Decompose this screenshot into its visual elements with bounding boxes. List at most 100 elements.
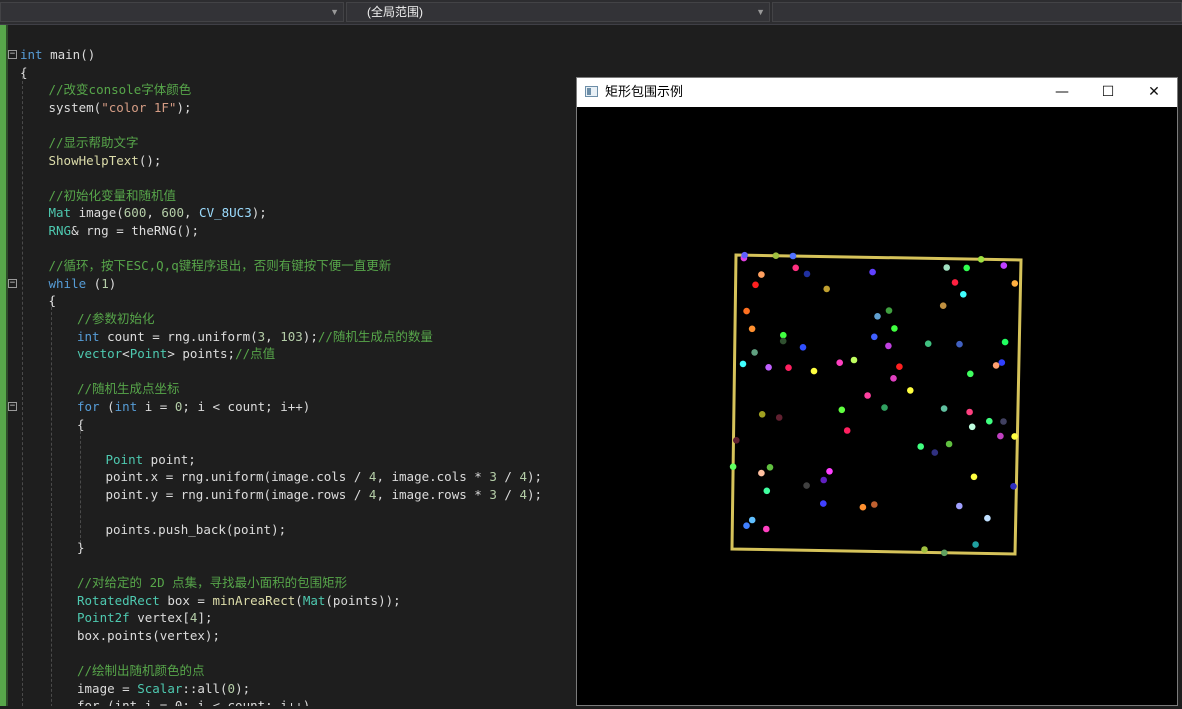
code-line[interactable]: point.x = rng.uniform(image.cols / 4 , im… bbox=[106, 468, 543, 486]
code-line[interactable]: RotatedRect box = minAreaRect(Mat(points… bbox=[77, 592, 401, 610]
code-line[interactable]: } bbox=[77, 539, 85, 557]
random-point bbox=[859, 503, 867, 511]
code-token: i = bbox=[137, 399, 175, 414]
code-line[interactable]: point.y = rng.uniform(image.rows / 4 , im… bbox=[106, 486, 543, 504]
collapse-toggle-icon[interactable]: − bbox=[8, 402, 17, 411]
code-token: for (int i = 0; i < count; i++) bbox=[77, 698, 311, 706]
code-line[interactable]: int main() bbox=[20, 46, 95, 64]
code-token: 0 bbox=[227, 680, 236, 696]
random-point bbox=[775, 414, 783, 421]
random-point bbox=[729, 463, 737, 471]
code-token: image( bbox=[71, 205, 124, 221]
code-token: > points; bbox=[167, 346, 236, 362]
code-line[interactable]: points.push_back(point); bbox=[106, 521, 287, 539]
random-point bbox=[931, 449, 939, 456]
scope-dropdown[interactable]: (全局范围) ▼ bbox=[346, 2, 770, 22]
member-dropdown[interactable]: ▼ bbox=[0, 2, 344, 22]
random-point bbox=[1011, 280, 1019, 287]
code-token: count = rng.uniform( bbox=[99, 328, 258, 344]
random-point bbox=[998, 359, 1006, 366]
random-point bbox=[921, 546, 928, 553]
code-token: ShowHelpText bbox=[48, 152, 139, 168]
close-button[interactable]: ✕ bbox=[1131, 78, 1177, 107]
code-line[interactable]: Point point; bbox=[106, 451, 196, 469]
code-token: int bbox=[77, 328, 100, 344]
random-point bbox=[992, 362, 1000, 369]
code-token: 600 bbox=[161, 205, 184, 221]
code-line[interactable]: box.points(vertex); bbox=[77, 627, 220, 645]
collapse-toggle-icon[interactable]: − bbox=[8, 50, 17, 59]
code-token: ; i < count; i++) bbox=[182, 399, 311, 414]
code-line[interactable]: //改变console字体颜色 bbox=[49, 81, 192, 99]
code-token: //随机生成点坐标 bbox=[77, 381, 180, 397]
code-line[interactable]: //循环，按下ESC,Q,q键程序退出，否则有键按下便一直更新 bbox=[49, 257, 392, 275]
random-point bbox=[984, 514, 991, 522]
code-line[interactable]: int count = rng.uniform(3, 103);//随机生成点的… bbox=[77, 328, 433, 346]
indent-guide bbox=[80, 421, 81, 543]
code-line[interactable]: for (int i = 0; i < count; i++) bbox=[77, 398, 310, 416]
random-point bbox=[766, 464, 774, 471]
code-token: image = bbox=[77, 680, 138, 696]
image-canvas bbox=[577, 107, 1177, 705]
window-title-bar[interactable]: 矩形包围示例 — ☐ ✕ bbox=[577, 78, 1177, 107]
code-line[interactable]: Mat image(600, 600, CV_8UC3); bbox=[49, 204, 267, 222]
random-point bbox=[945, 440, 953, 448]
code-token: //显示帮助文字 bbox=[48, 135, 139, 150]
code-line[interactable]: while (1) bbox=[49, 275, 117, 293]
code-line[interactable]: { bbox=[49, 292, 57, 310]
random-point bbox=[751, 349, 758, 356]
random-point bbox=[810, 367, 818, 375]
code-token: //点值 bbox=[235, 346, 276, 362]
code-token: (); bbox=[138, 152, 162, 168]
code-line[interactable]: vector<Point> points;//点值 bbox=[77, 345, 275, 363]
random-point bbox=[968, 423, 976, 431]
code-line[interactable]: for (int i = 0; i < count; i++) bbox=[77, 697, 310, 706]
collapse-toggle-icon[interactable]: − bbox=[8, 278, 17, 288]
code-token: RNG bbox=[48, 223, 72, 238]
random-point bbox=[885, 307, 893, 314]
code-line[interactable]: { bbox=[77, 416, 85, 434]
code-token: & rng = theRNG(); bbox=[71, 223, 200, 238]
random-point bbox=[843, 427, 851, 434]
random-point bbox=[970, 473, 978, 481]
scope-dropdown-label: (全局范围) bbox=[367, 5, 423, 19]
random-point bbox=[803, 482, 810, 489]
code-token: ); bbox=[526, 487, 543, 502]
code-token: //初始化变量和随机值 bbox=[48, 187, 177, 203]
random-point bbox=[924, 340, 932, 347]
code-token: / bbox=[496, 469, 520, 485]
code-line[interactable]: //对给定的 2D 点集，寻找最小面积的包围矩形 bbox=[77, 574, 347, 592]
random-point bbox=[956, 340, 963, 348]
random-point bbox=[748, 516, 756, 524]
opencv-window[interactable]: 矩形包围示例 — ☐ ✕ bbox=[576, 77, 1178, 706]
code-line[interactable]: //随机生成点坐标 bbox=[77, 380, 180, 398]
random-point bbox=[799, 344, 807, 351]
random-point bbox=[972, 541, 979, 548]
code-token: vector bbox=[77, 346, 123, 362]
random-point bbox=[763, 525, 770, 533]
code-token: for bbox=[77, 399, 100, 414]
code-line[interactable]: //显示帮助文字 bbox=[49, 134, 139, 152]
code-token: (points)); bbox=[325, 592, 401, 608]
code-token: point.y = rng.uniform(image.rows / bbox=[105, 487, 369, 502]
maximize-button[interactable]: ☐ bbox=[1085, 78, 1131, 107]
code-line[interactable]: //绘制出随机颜色的点 bbox=[77, 662, 205, 680]
random-point bbox=[951, 279, 959, 286]
code-line[interactable]: { bbox=[20, 64, 28, 82]
code-line[interactable]: //参数初始化 bbox=[77, 310, 155, 328]
code-line[interactable]: Point2f vertex[4]; bbox=[77, 609, 213, 627]
change-indicator-bar-secondary bbox=[6, 25, 8, 706]
code-token: , bbox=[183, 205, 200, 221]
code-line[interactable]: ShowHelpText(); bbox=[49, 152, 162, 170]
code-token: point; bbox=[143, 451, 196, 467]
code-line[interactable]: system("color 1F"); bbox=[49, 99, 192, 117]
minimize-button[interactable]: — bbox=[1039, 78, 1085, 107]
code-token: ::all( bbox=[182, 680, 228, 696]
code-line[interactable]: image = Scalar::all(0); bbox=[77, 680, 250, 698]
random-point bbox=[772, 252, 780, 259]
code-line[interactable]: //初始化变量和随机值 bbox=[49, 187, 177, 205]
function-dropdown[interactable] bbox=[772, 2, 1182, 22]
code-line[interactable]: RNG& rng = theRNG(); bbox=[49, 222, 200, 240]
random-point bbox=[885, 342, 892, 350]
code-token: //改变console字体颜色 bbox=[48, 82, 192, 98]
